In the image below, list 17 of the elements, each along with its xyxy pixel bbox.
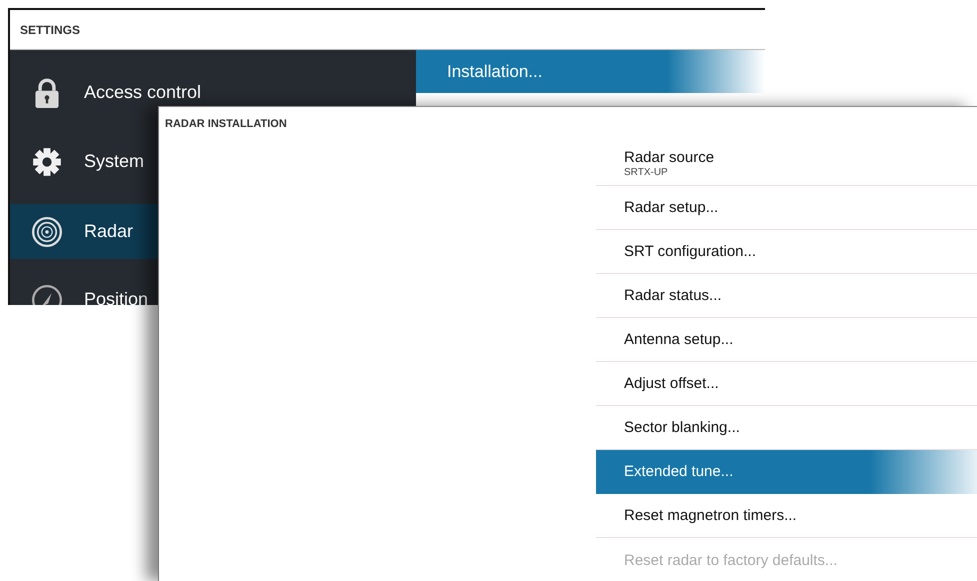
sidebar-item[interactable]: System (10, 127, 416, 196)
item-value: SRTX-UP (624, 166, 668, 178)
menu-item[interactable]: Extended tune... (596, 450, 977, 494)
item-label: Radar source (624, 148, 714, 166)
menu-item[interactable]: Installation... (416, 50, 765, 93)
menu-item[interactable]: Radar source SRTX-UP (596, 141, 977, 186)
menu-item[interactable]: Adjust offset... (596, 362, 977, 406)
menu-item[interactable]: SRT configuration... (596, 230, 977, 274)
menu-item[interactable]: Radar status... (596, 274, 977, 318)
radar-icon (32, 216, 62, 246)
gear-icon (32, 146, 62, 176)
sidebar-item[interactable]: Position (10, 265, 416, 305)
menu-item[interactable]: Antenna setup... (596, 318, 977, 362)
menu-item[interactable]: Reset magnetron timers... (596, 494, 977, 538)
menu-item[interactable]: Radar setup... (596, 186, 977, 230)
dialog-title: RADAR INSTALLATION (165, 118, 287, 130)
window-title: SETTINGS (20, 22, 80, 36)
